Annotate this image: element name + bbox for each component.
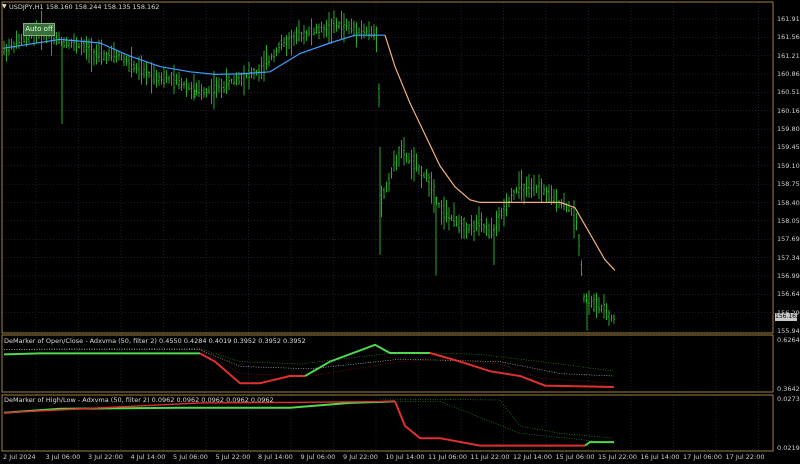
price-axis-label: 159.450	[777, 143, 800, 152]
symbol-info: USDJPY,H1 158.160 158.244 158.135 158.16…	[9, 3, 160, 11]
time-axis-label: 3 Jul 22:00	[88, 453, 123, 461]
indicator1-plot	[3, 343, 615, 388]
auto-button[interactable]: Auto off	[23, 23, 55, 36]
indicator1-axis-top: 0.6264	[777, 336, 800, 344]
time-axis-label: 15 Jul 22:00	[598, 453, 637, 461]
price-axis-label: 159.100	[777, 161, 800, 170]
price-axis-label: 158.750	[777, 180, 800, 189]
indicator2-plot	[3, 398, 615, 447]
price-axis-label: 161.910	[777, 15, 800, 23]
indicator1-axis-bottom: 0.3642	[777, 385, 800, 393]
panel-frames	[1, 1, 774, 452]
price-axis-label: 157.340	[777, 253, 800, 262]
time-axis-label: 10 Jul 14:00	[385, 453, 425, 461]
price-axis-label: 158.400	[777, 198, 800, 207]
price-axis-label: 161.560	[777, 33, 800, 42]
price-candles	[3, 10, 615, 331]
time-axis-label: 16 Jul 14:00	[640, 453, 680, 461]
mid-band	[395, 401, 615, 444]
time-axis-label: 5 Jul 06:00	[173, 453, 208, 461]
price-axis-label: 158.050	[777, 216, 800, 225]
indicator2-axis-top: 0.0273	[777, 395, 800, 403]
time-axis-label: 11 Jul 22:00	[470, 453, 510, 461]
current-price-label: 156.162	[775, 313, 800, 321]
demarker-up	[584, 441, 614, 447]
indicator1-title: DeMarker of Open/Close - Adxvma (50, fil…	[4, 337, 306, 345]
time-axis-label: 8 Jul 14:00	[258, 453, 293, 461]
price-axis-label: 156.640	[777, 290, 800, 299]
indicator2-axis-bottom: 0.0219	[777, 444, 800, 452]
price-axis-label: 159.800	[777, 125, 800, 134]
price-axis-label: 161.210	[777, 51, 800, 60]
moving-average-line	[2, 34, 385, 76]
time-axis-label: 3 Jul 06:00	[45, 453, 81, 461]
demarker-down	[394, 401, 585, 447]
demarker-up	[3, 352, 200, 356]
panel-frame	[1, 1, 774, 334]
upper-band	[3, 348, 615, 372]
price-axis-label: 155.940	[777, 327, 800, 335]
price-axis-label: 160.510	[777, 88, 800, 97]
lower-band	[199, 349, 615, 384]
moving-average-line-falling	[384, 35, 616, 271]
time-axis-label: 15 Jul 06:00	[555, 453, 595, 461]
symbol-dropdown-icon[interactable]: ▼	[2, 3, 7, 10]
time-axis-label: 17 Jul 06:00	[683, 453, 722, 461]
time-axis-label: 2 Jul 2024	[3, 453, 36, 461]
time-axis-label: 12 Jul 14:00	[513, 453, 552, 461]
price-axis-label: 160.160	[777, 106, 800, 115]
demarker-up	[304, 343, 430, 377]
price-axis-label: 156.990	[777, 271, 800, 280]
time-axis-label: 11 Jul 06:00	[428, 453, 467, 461]
time-axis-label: 4 Jul 14:00	[130, 453, 166, 461]
upper-band	[379, 398, 615, 439]
time-axis-label: 9 Jul 06:00	[300, 453, 336, 461]
demarker-down	[429, 352, 615, 388]
time-axis-label: 9 Jul 22:00	[343, 453, 378, 461]
demarker-down	[199, 352, 305, 385]
time-axis-label: 17 Jul 22:00	[725, 453, 765, 461]
chart-canvas[interactable]	[0, 0, 800, 464]
indicator2-title: DeMarker of High/Low - Adxvma (50, filte…	[4, 396, 274, 404]
time-axis-label: 5 Jul 22:00	[215, 453, 251, 461]
price-axis-label: 160.860	[777, 70, 800, 79]
price-axis-label: 157.690	[777, 235, 800, 244]
grid-lines	[2, 2, 773, 451]
